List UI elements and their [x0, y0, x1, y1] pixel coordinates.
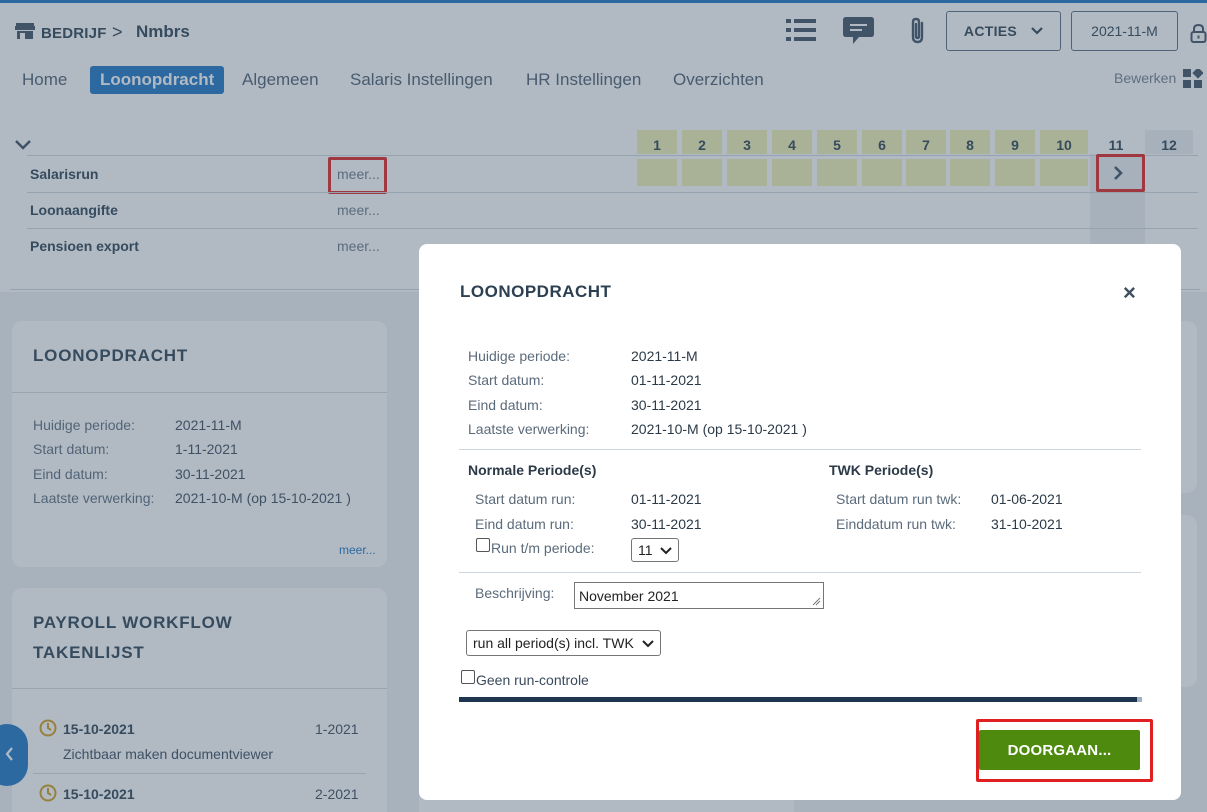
geen-run-controle-label: Geen run-controle — [476, 672, 589, 688]
run-tm-periode-checkbox[interactable] — [476, 538, 490, 552]
run-mode-value: run all period(s) incl. TWK — [473, 635, 634, 651]
twk-periode-heading: TWK Periode(s) — [829, 462, 934, 478]
run-tm-periode-label: Run t/m periode: — [491, 540, 595, 556]
eind-datum-run-value: 30-11-2021 — [631, 516, 702, 532]
einddatum-run-twk-label: Einddatum run twk: — [836, 516, 956, 532]
run-mode-select[interactable]: run all period(s) incl. TWK — [466, 630, 661, 656]
start-datum-label: Start datum: — [468, 372, 545, 388]
run-tm-periode-value: 11 — [638, 542, 653, 558]
eind-datum-value: 30-11-2021 — [631, 397, 702, 413]
run-tm-periode-select[interactable]: 11 — [631, 538, 679, 562]
einddatum-run-twk-value: 31-10-2021 — [991, 516, 1063, 532]
progress-remaining — [1137, 697, 1142, 702]
close-icon[interactable]: × — [1123, 280, 1136, 306]
start-datum-run-value: 01-11-2021 — [631, 491, 702, 507]
chevron-down-icon — [660, 547, 672, 555]
modal-title: LOONOPDRACHT — [460, 282, 612, 301]
normale-periode-heading: Normale Periode(s) — [468, 462, 597, 478]
start-datum-run-twk-value: 01-06-2021 — [991, 491, 1063, 507]
beschrijving-value: November 2021 — [579, 588, 679, 604]
laatste-verwerking-label: Laatste verwerking: — [468, 421, 590, 437]
highlight-box — [976, 719, 1153, 782]
start-datum-value: 01-11-2021 — [631, 372, 702, 388]
divider — [459, 572, 1141, 573]
geen-run-controle-checkbox[interactable] — [461, 670, 475, 684]
divider — [459, 449, 1141, 450]
laatste-verwerking-value: 2021-10-M (op 15-10-2021 ) — [631, 421, 807, 437]
huidige-periode-label: Huidige periode: — [468, 348, 570, 364]
chevron-down-icon — [642, 640, 654, 648]
progress-bar — [459, 697, 1142, 702]
start-datum-run-label: Start datum run: — [475, 491, 576, 507]
beschrijving-textarea[interactable]: November 2021 — [574, 582, 824, 609]
huidige-periode-value: 2021-11-M — [631, 348, 698, 364]
start-datum-run-twk-label: Start datum run twk: — [836, 491, 962, 507]
beschrijving-label: Beschrijving: — [475, 585, 555, 601]
loonopdracht-modal: LOONOPDRACHT × Huidige periode: 2021-11-… — [419, 244, 1181, 800]
resize-grip-icon[interactable] — [812, 597, 821, 606]
eind-datum-run-label: Eind datum run: — [475, 516, 574, 532]
eind-datum-label: Eind datum: — [468, 397, 543, 413]
